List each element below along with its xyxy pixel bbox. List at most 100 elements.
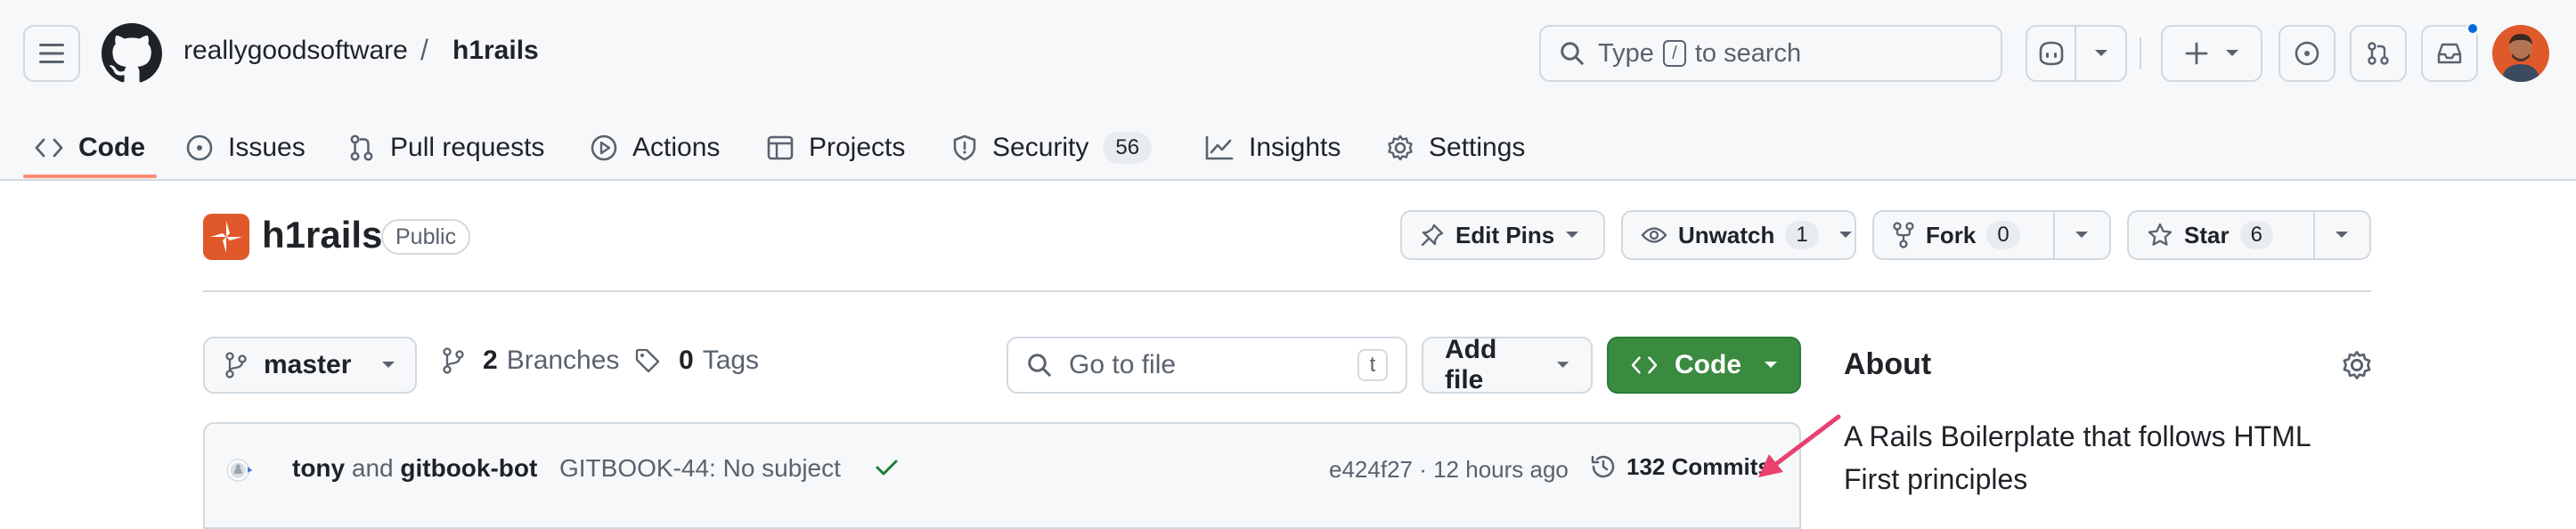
fork-button-group: Fork 0: [1872, 210, 2111, 260]
tab-actions[interactable]: Actions: [590, 116, 720, 180]
go-to-file-shortcut: t: [1357, 349, 1388, 381]
tab-projects[interactable]: Projects: [766, 116, 905, 180]
commit-avatars[interactable]: [226, 452, 262, 488]
repo-title[interactable]: h1rails: [262, 214, 382, 256]
tab-label: Settings: [1429, 133, 1526, 162]
global-search[interactable]: Type / to search: [1539, 25, 2002, 82]
repo-logo-icon: [203, 214, 249, 260]
tab-pull-requests[interactable]: Pull requests: [347, 116, 544, 180]
search-prefix: Type: [1598, 38, 1654, 68]
history-icon: [1591, 455, 1615, 478]
title-divider: [203, 290, 2371, 292]
pin-icon: [1421, 224, 1444, 247]
issue-opened-icon: [186, 134, 213, 161]
your-pull-requests-button[interactable]: [2350, 25, 2407, 82]
tab-issues[interactable]: Issues: [185, 116, 306, 180]
header-divider: [2140, 37, 2141, 69]
chevron-down-icon: [2336, 232, 2349, 238]
search-icon: [1561, 42, 1584, 65]
tab-security[interactable]: Security 56: [951, 116, 1153, 180]
breadcrumb-separator: /: [420, 34, 428, 66]
watch-dropdown[interactable]: [1837, 212, 1855, 258]
chevron-down-icon: [1838, 232, 1852, 238]
tags-label: Tags: [702, 346, 760, 375]
menu-button[interactable]: [23, 25, 80, 82]
shield-icon: [953, 134, 976, 161]
commit-message[interactable]: GITBOOK-44: No subject: [559, 454, 841, 483]
star-count: 6: [2239, 221, 2273, 249]
tab-insights[interactable]: Insights: [1204, 116, 1341, 180]
tab-label: Code: [78, 133, 145, 162]
notification-indicator: [2466, 21, 2480, 36]
code-button[interactable]: Code: [1607, 337, 1801, 394]
chevron-down-icon: [1556, 362, 1569, 368]
commit-author-1[interactable]: tony: [292, 454, 345, 482]
create-new-button[interactable]: [2161, 25, 2262, 82]
issue-icon: [2295, 41, 2319, 66]
commits-count-label: 132 Commits: [1626, 452, 1771, 480]
chevron-down-icon: [2075, 232, 2089, 238]
add-file-button[interactable]: Add file: [1422, 335, 1593, 395]
add-file-label: Add file: [1445, 335, 1497, 395]
security-count-badge: 56: [1103, 132, 1153, 164]
tab-label: Issues: [228, 133, 306, 162]
commit-author-2[interactable]: gitbook-bot: [400, 454, 537, 482]
git-pull-request-icon: [350, 134, 373, 161]
star-button[interactable]: Star 6: [2129, 212, 2313, 258]
copilot-dropdown[interactable]: [2076, 27, 2125, 80]
annotation-arrow: [1758, 414, 1841, 477]
branch-picker[interactable]: master: [203, 337, 417, 394]
repo-avatar: [203, 214, 249, 260]
check-icon[interactable]: [873, 454, 900, 481]
star-list-dropdown[interactable]: [2312, 212, 2369, 258]
tag-icon: [635, 348, 660, 373]
breadcrumb-owner[interactable]: reallygoodsoftware: [183, 36, 408, 66]
gear-icon[interactable]: [2341, 349, 2373, 381]
edit-pins-button[interactable]: Edit Pins: [1400, 210, 1605, 260]
tags-link[interactable]: 0 Tags: [634, 346, 759, 376]
go-to-file-input[interactable]: Go to file t: [1007, 337, 1407, 394]
eye-icon: [1641, 227, 1667, 243]
avatar-image: [2492, 25, 2549, 82]
chevron-down-icon: [1765, 362, 1777, 368]
fork-label: Fork: [1926, 221, 1977, 248]
tab-code[interactable]: Code: [34, 116, 145, 180]
search-suffix: to search: [1694, 38, 1802, 68]
code-button-label: Code: [1675, 350, 1741, 379]
edit-pins-label: Edit Pins: [1455, 221, 1555, 248]
unwatch-label: Unwatch: [1678, 221, 1775, 248]
copilot-button[interactable]: [2027, 27, 2077, 80]
branches-link[interactable]: 2 Branches: [442, 346, 619, 376]
about-heading: About: [1844, 347, 1932, 381]
fork-dropdown[interactable]: [2052, 212, 2109, 258]
inbox-icon: [2437, 43, 2462, 64]
table-icon: [767, 135, 794, 160]
unwatch-button[interactable]: Unwatch 1: [1623, 212, 1837, 258]
copilot-button-group: [2026, 25, 2127, 82]
star-button-group: Star 6: [2127, 210, 2371, 260]
github-logo[interactable]: [102, 23, 162, 84]
watch-button-group: Unwatch 1: [1621, 210, 1856, 260]
chevron-down-icon: [2226, 50, 2238, 56]
code-icon: [1631, 356, 1658, 374]
commits-history-link[interactable]: 132 Commits: [1589, 452, 1771, 481]
tab-label: Insights: [1249, 133, 1341, 162]
search-icon: [1028, 354, 1051, 377]
breadcrumb-repo[interactable]: h1rails: [452, 36, 539, 66]
tab-label: Projects: [809, 133, 906, 162]
tab-label: Actions: [632, 133, 721, 162]
fork-button[interactable]: Fork 0: [1874, 212, 2053, 258]
commit-hash-time[interactable]: e424f27 · 12 hours ago: [1329, 456, 1569, 484]
fork-count: 0: [1986, 221, 2020, 249]
your-issues-button[interactable]: [2278, 25, 2336, 82]
user-avatar[interactable]: [2492, 25, 2549, 82]
tab-settings[interactable]: Settings: [1386, 116, 1525, 180]
branches-count: 2: [483, 346, 498, 375]
commit-authors: tony and gitbook-bot: [292, 454, 537, 483]
commit-authors-and: and: [351, 454, 394, 482]
code-icon: [35, 138, 63, 158]
plus-icon: [2185, 42, 2208, 65]
tags-count: 0: [679, 346, 694, 375]
tab-label: Security: [992, 133, 1089, 162]
hamburger-icon: [39, 44, 64, 63]
